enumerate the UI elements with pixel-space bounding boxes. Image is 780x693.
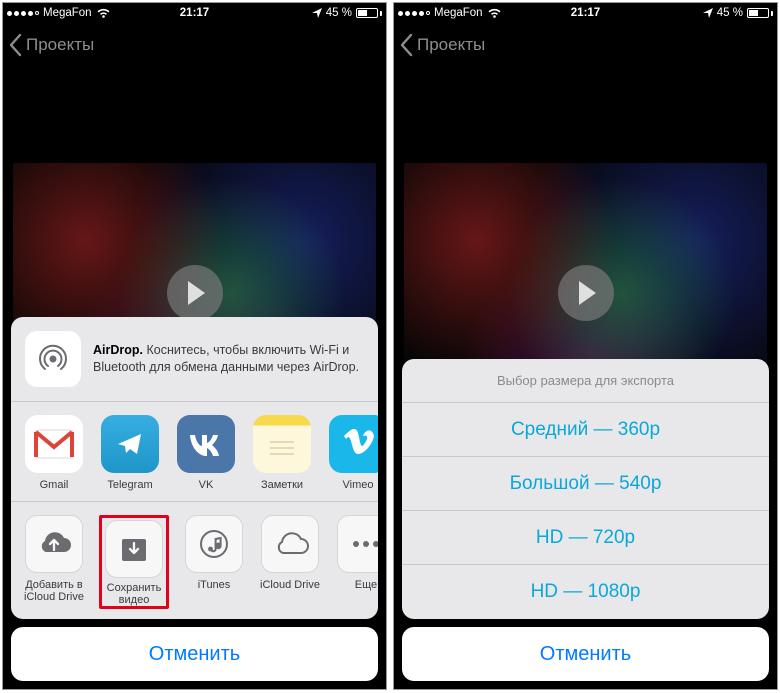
play-icon[interactable] [558,265,614,321]
share-app-vk[interactable]: VK [175,415,237,491]
export-sheet: Выбор размера для экспорта Средний — 360… [402,359,769,681]
share-app-vimeo[interactable]: Vimeo [327,415,378,491]
nav-bar: Проекты [394,23,777,67]
cancel-button[interactable]: Отменить [402,627,769,681]
share-actions-row: Добавить в iCloud Drive Сохранить видео [11,502,378,619]
airdrop-icon [25,331,81,387]
nav-bar: Проекты [3,23,386,67]
signal-dots-icon [7,11,39,16]
battery-icon [747,8,773,18]
cancel-button[interactable]: Отменить [11,627,378,681]
location-icon [312,8,322,18]
phone-right: MegaFon 21:17 45 % Проекты Выбор размера… [393,2,778,690]
status-bar: MegaFon 21:17 45 % [3,3,386,23]
carrier-label: MegaFon [434,7,483,19]
export-option-1080p[interactable]: HD — 1080p [402,565,769,619]
battery-percent: 45 % [326,7,352,19]
share-app-notes[interactable]: Заметки [251,415,313,491]
cloud-upload-icon [25,515,83,573]
action-more[interactable]: Еще [335,515,378,609]
download-box-icon [118,533,150,565]
cloud-icon [261,515,319,573]
export-option-360p[interactable]: Средний — 360p [402,403,769,457]
gmail-icon [25,415,83,473]
share-sheet: AirDrop. Коснитесь, чтобы включить Wi-Fi… [11,317,378,681]
battery-icon [356,8,382,18]
export-header: Выбор размера для экспорта [402,359,769,403]
airdrop-row[interactable]: AirDrop. Коснитесь, чтобы включить Wi-Fi… [11,317,378,402]
wifi-icon [96,8,111,19]
telegram-icon [101,415,159,473]
export-option-540p[interactable]: Большой — 540p [402,457,769,511]
airdrop-text: AirDrop. Коснитесь, чтобы включить Wi-Fi… [93,342,364,376]
notes-icon [253,415,311,473]
back-label[interactable]: Проекты [417,35,485,55]
export-option-720p[interactable]: HD — 720p [402,511,769,565]
share-app-gmail[interactable]: Gmail [23,415,85,491]
action-itunes[interactable]: iTunes [183,515,245,609]
wifi-icon [487,8,502,19]
action-add-icloud[interactable]: Добавить в iCloud Drive [23,515,85,609]
status-bar: MegaFon 21:17 45 % [394,3,777,23]
vk-icon [177,415,235,473]
action-save-video-highlight: Сохранить видео [99,515,169,609]
back-button[interactable] [400,34,413,56]
signal-dots-icon [398,11,430,16]
music-note-icon [185,515,243,573]
more-icon [337,515,378,573]
share-app-telegram[interactable]: Telegram [99,415,161,491]
battery-percent: 45 % [717,7,743,19]
share-apps-row: Gmail Telegram VK [11,402,378,502]
location-icon [703,8,713,18]
phone-left: MegaFon 21:17 45 % Проекты [2,2,387,690]
back-label[interactable]: Проекты [26,35,94,55]
vimeo-icon [329,415,378,473]
play-icon[interactable] [167,265,223,321]
action-icloud-drive[interactable]: iCloud Drive [259,515,321,609]
action-save-video[interactable] [105,520,163,578]
back-button[interactable] [9,34,22,56]
carrier-label: MegaFon [43,7,92,19]
